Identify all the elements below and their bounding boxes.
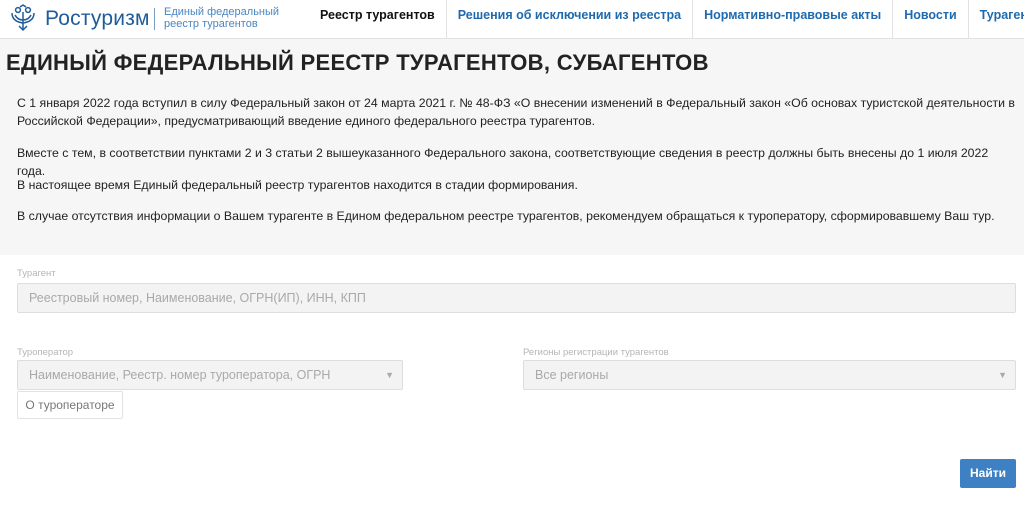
double-headed-eagle-icon[interactable]	[8, 3, 38, 33]
operator-select-placeholder: Наименование, Реестр. номер туроператора…	[29, 368, 331, 382]
brand-divider	[154, 8, 155, 30]
nav-item-legal-acts[interactable]: Нормативно-правовые акты	[693, 0, 894, 38]
info-paragraph-3: В настоящее время Единый федеральный рее…	[17, 178, 578, 192]
chevron-down-icon: ▼	[385, 370, 394, 380]
chevron-down-icon: ▼	[998, 370, 1007, 380]
nav-item-news[interactable]: Новости	[893, 0, 969, 38]
brand-subtitle-line-1: Единый федеральный	[164, 6, 280, 18]
info-paragraph-1-line-1: С 1 января 2022 года вступил в силу Феде…	[17, 96, 1015, 110]
agent-field-label: Турагент	[17, 268, 56, 279]
brand-name[interactable]: Ростуризм	[45, 7, 150, 31]
agent-search-placeholder: Реестровый номер, Наименование, ОГРН(ИП)…	[29, 291, 366, 305]
main-nav: Реестр турагентов Решения об исключении …	[309, 0, 1024, 38]
info-paragraph-2: Вместе с тем, в соответствии пунктами 2 …	[17, 146, 989, 178]
top-navigation-bar: Ростуризм Единый федеральный реестр тура…	[0, 0, 1024, 39]
operator-field-label: Туроператор	[17, 347, 74, 358]
nav-item-for-agents[interactable]: Турагентам	[969, 0, 1024, 38]
info-paragraph-1: С 1 января 2022 года вступил в силу Феде…	[17, 95, 1017, 130]
regions-select-value: Все регионы	[535, 368, 609, 382]
about-operator-button[interactable]: О туроператоре	[17, 391, 123, 419]
regions-select[interactable]: Все регионы ▼	[523, 360, 1016, 390]
brand-subtitle: Единый федеральный реестр турагентов	[164, 6, 284, 30]
regions-field-label: Регионы регистрации турагентов	[523, 347, 669, 358]
nav-item-registry[interactable]: Реестр турагентов	[309, 0, 447, 38]
brand-subtitle-line-2: реестр турагентов	[164, 18, 258, 30]
info-paragraph-4: В случае отсутствия информации о Вашем т…	[17, 209, 995, 223]
nav-item-exclusion-decisions[interactable]: Решения об исключении из реестра	[447, 0, 694, 38]
agent-search-input[interactable]: Реестровый номер, Наименование, ОГРН(ИП)…	[17, 283, 1016, 313]
operator-select[interactable]: Наименование, Реестр. номер туроператора…	[17, 360, 403, 390]
page-title: ЕДИНЫЙ ФЕДЕРАЛЬНЫЙ РЕЕСТР ТУРАГЕНТОВ, СУ…	[6, 50, 709, 75]
info-paragraph-1-line-2: Российской Федерации», предусматривающий…	[17, 113, 596, 128]
find-button[interactable]: Найти	[960, 459, 1016, 488]
